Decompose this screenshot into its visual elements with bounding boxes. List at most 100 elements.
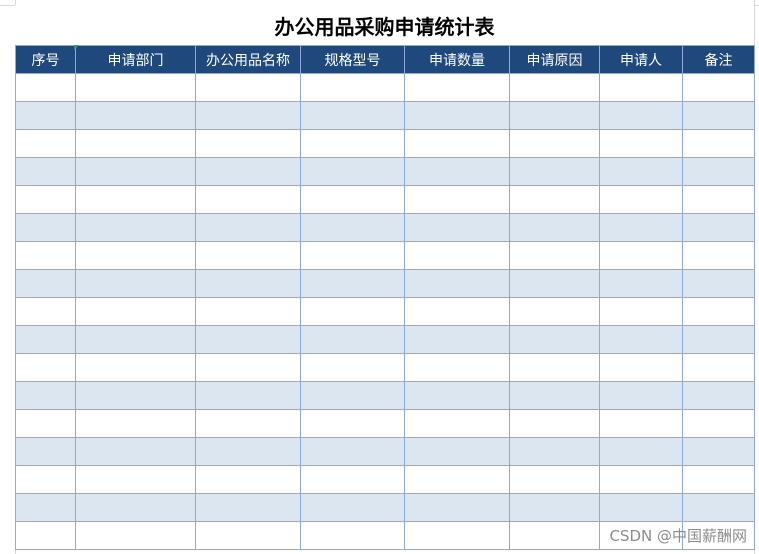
table-cell[interactable] xyxy=(404,297,510,326)
table-cell[interactable] xyxy=(75,73,196,102)
table-cell[interactable] xyxy=(509,101,600,130)
table-cell[interactable] xyxy=(509,129,600,158)
table-cell[interactable] xyxy=(75,493,196,522)
table-cell[interactable] xyxy=(509,437,600,466)
table-cell[interactable] xyxy=(75,465,196,494)
table-cell[interactable] xyxy=(15,353,76,382)
table-cell[interactable] xyxy=(15,493,76,522)
table-cell[interactable] xyxy=(599,465,683,494)
table-cell[interactable] xyxy=(682,297,755,326)
table-cell[interactable] xyxy=(404,465,510,494)
table-cell[interactable] xyxy=(15,73,76,102)
table-cell[interactable] xyxy=(15,269,76,298)
table-cell[interactable] xyxy=(75,241,196,270)
table-cell[interactable] xyxy=(15,465,76,494)
header-cell-quantity[interactable]: 申请数量 xyxy=(404,45,510,74)
table-cell[interactable] xyxy=(682,101,755,130)
table-cell[interactable] xyxy=(195,297,301,326)
table-cell[interactable] xyxy=(599,129,683,158)
table-cell[interactable] xyxy=(300,493,405,522)
table-cell[interactable] xyxy=(682,409,755,438)
table-cell[interactable] xyxy=(509,381,600,410)
table-cell[interactable] xyxy=(682,213,755,242)
table-cell[interactable] xyxy=(682,325,755,354)
table-cell[interactable] xyxy=(599,437,683,466)
table-cell[interactable] xyxy=(195,241,301,270)
table-cell[interactable] xyxy=(404,157,510,186)
table-cell[interactable] xyxy=(195,521,301,550)
table-cell[interactable] xyxy=(195,213,301,242)
table-cell[interactable] xyxy=(15,437,76,466)
table-cell[interactable] xyxy=(195,409,301,438)
table-cell[interactable] xyxy=(300,185,405,214)
table-cell[interactable] xyxy=(15,409,76,438)
table-cell[interactable] xyxy=(300,73,405,102)
table-cell[interactable] xyxy=(599,269,683,298)
table-cell[interactable] xyxy=(300,101,405,130)
table-cell[interactable] xyxy=(195,157,301,186)
table-cell[interactable] xyxy=(404,73,510,102)
table-cell[interactable] xyxy=(599,325,683,354)
table-cell[interactable] xyxy=(682,353,755,382)
table-cell[interactable] xyxy=(599,297,683,326)
table-cell[interactable] xyxy=(195,73,301,102)
table-cell[interactable] xyxy=(682,241,755,270)
table-cell[interactable] xyxy=(682,269,755,298)
table-cell[interactable] xyxy=(300,465,405,494)
table-cell[interactable] xyxy=(509,493,600,522)
table-cell[interactable] xyxy=(404,409,510,438)
table-cell[interactable] xyxy=(300,409,405,438)
table-cell[interactable] xyxy=(404,185,510,214)
table-cell[interactable] xyxy=(404,129,510,158)
table-cell[interactable] xyxy=(599,185,683,214)
table-cell[interactable] xyxy=(75,521,196,550)
table-cell[interactable] xyxy=(509,185,600,214)
table-cell[interactable] xyxy=(300,381,405,410)
table-cell[interactable] xyxy=(300,157,405,186)
table-cell[interactable] xyxy=(75,325,196,354)
header-cell-applicant[interactable]: 申请人 xyxy=(599,45,683,74)
table-cell[interactable] xyxy=(195,325,301,354)
table-cell[interactable] xyxy=(509,353,600,382)
table-cell[interactable] xyxy=(75,129,196,158)
table-cell[interactable] xyxy=(15,129,76,158)
table-cell[interactable] xyxy=(682,73,755,102)
table-cell[interactable] xyxy=(15,325,76,354)
table-cell[interactable] xyxy=(195,129,301,158)
header-cell-item-name[interactable]: 办公用品名称 xyxy=(195,45,301,74)
table-cell[interactable] xyxy=(75,157,196,186)
table-cell[interactable] xyxy=(404,101,510,130)
sheet-title[interactable]: 办公用品采购申请统计表 xyxy=(15,5,754,45)
table-cell[interactable] xyxy=(599,157,683,186)
table-cell[interactable] xyxy=(300,241,405,270)
table-cell[interactable] xyxy=(15,101,76,130)
table-cell[interactable] xyxy=(404,353,510,382)
table-cell[interactable] xyxy=(404,213,510,242)
table-cell[interactable] xyxy=(195,493,301,522)
table-cell[interactable] xyxy=(509,465,600,494)
table-cell[interactable] xyxy=(599,353,683,382)
table-cell[interactable] xyxy=(15,297,76,326)
table-cell[interactable] xyxy=(599,409,683,438)
table-cell[interactable] xyxy=(682,437,755,466)
table-cell[interactable] xyxy=(75,353,196,382)
table-cell[interactable] xyxy=(300,129,405,158)
table-cell[interactable] xyxy=(300,325,405,354)
table-cell[interactable] xyxy=(509,325,600,354)
table-cell[interactable] xyxy=(75,213,196,242)
table-cell[interactable] xyxy=(509,521,600,550)
table-cell[interactable] xyxy=(509,73,600,102)
header-cell-spec[interactable]: 规格型号 xyxy=(300,45,405,74)
table-cell[interactable] xyxy=(682,381,755,410)
table-cell[interactable] xyxy=(300,297,405,326)
table-cell[interactable] xyxy=(15,521,76,550)
table-cell[interactable] xyxy=(300,437,405,466)
table-cell[interactable] xyxy=(75,409,196,438)
table-cell[interactable] xyxy=(75,297,196,326)
table-cell[interactable] xyxy=(300,269,405,298)
table-cell[interactable] xyxy=(195,101,301,130)
table-cell[interactable] xyxy=(75,381,196,410)
header-cell-reason[interactable]: 申请原因 xyxy=(509,45,600,74)
table-cell[interactable] xyxy=(509,409,600,438)
table-cell[interactable] xyxy=(195,185,301,214)
